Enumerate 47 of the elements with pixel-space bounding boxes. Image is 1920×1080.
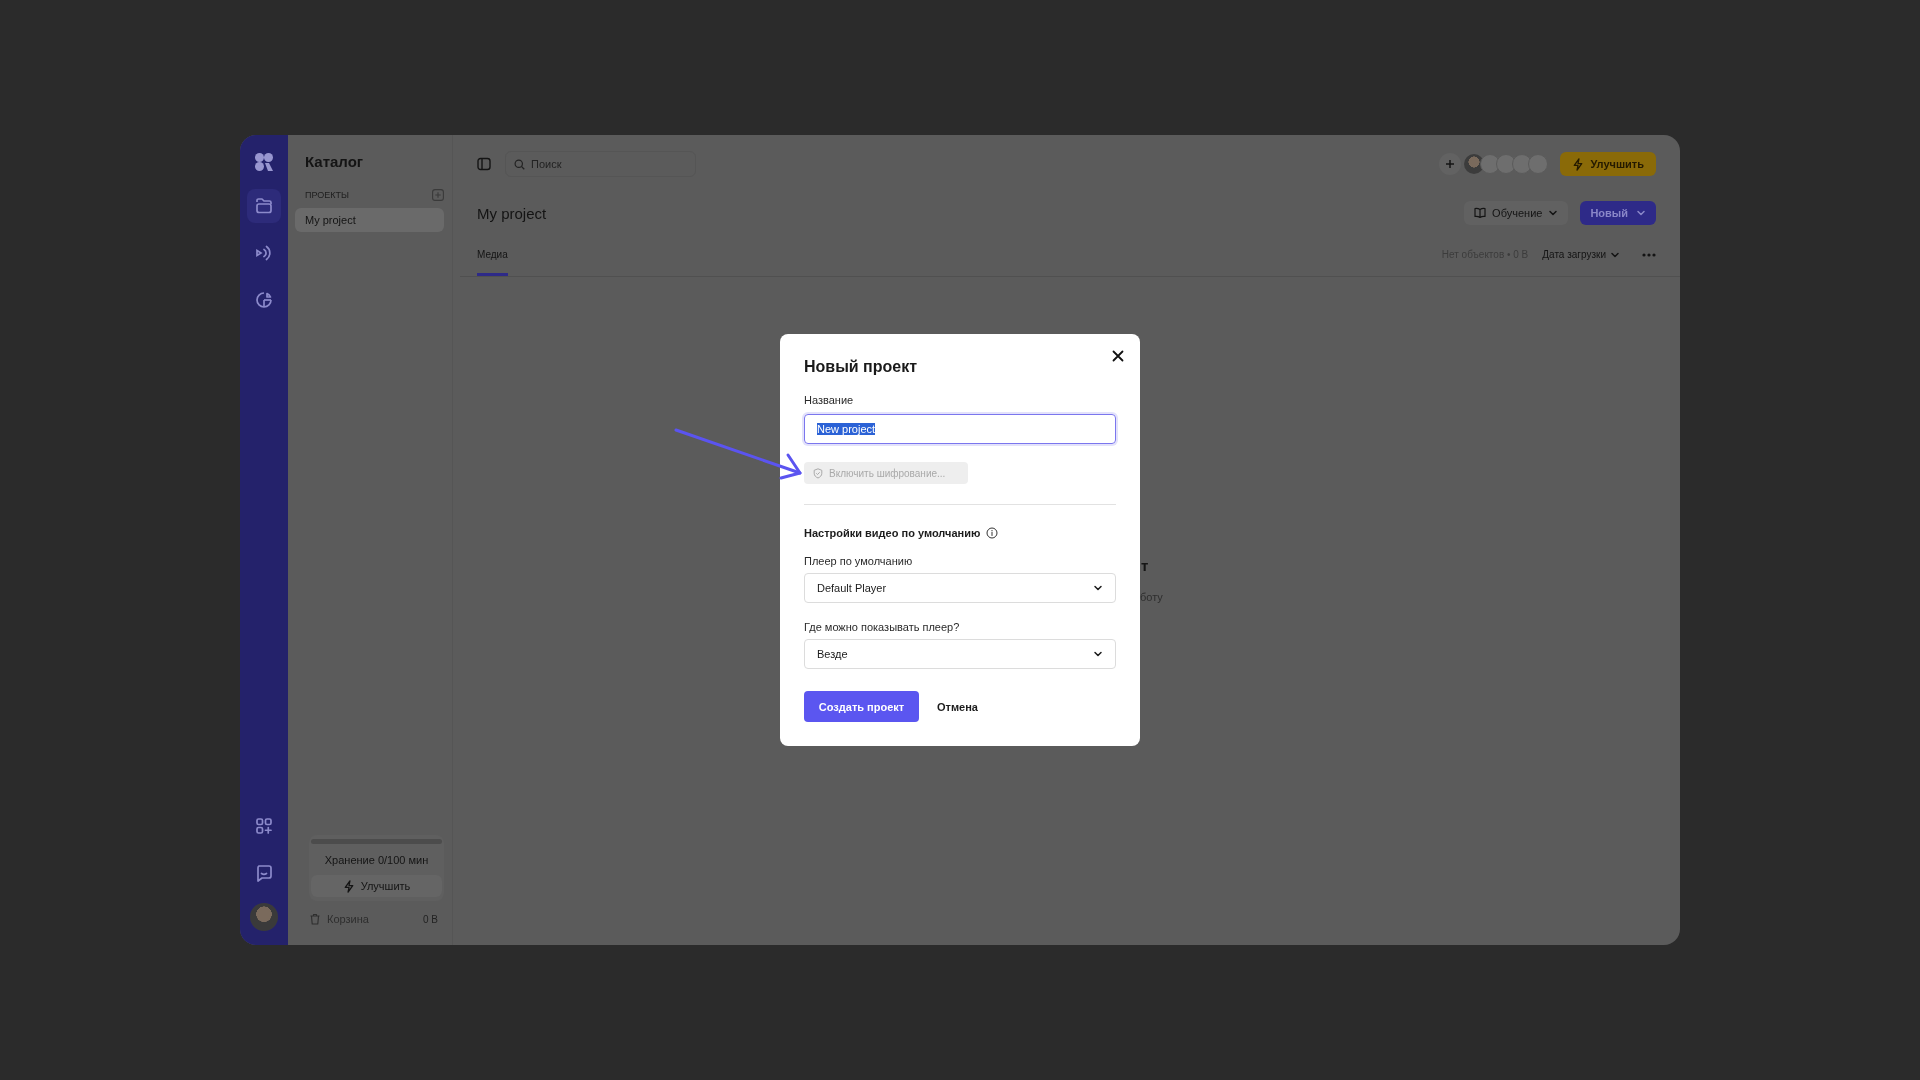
info-icon[interactable]	[986, 527, 999, 539]
trash-icon	[309, 913, 321, 925]
shield-check-icon	[813, 467, 823, 479]
field-label: Где можно показывать плеер?	[804, 620, 961, 635]
select-field[interactable]: Везде	[804, 639, 1116, 669]
cancel-button[interactable]: Отмена	[937, 700, 978, 713]
book-icon	[1474, 207, 1487, 219]
section-label: ПРОЕКТЫ	[305, 189, 349, 202]
lightning-icon	[1572, 157, 1585, 171]
empty-state-title: т	[1141, 557, 1149, 574]
project-title: My project	[477, 204, 547, 222]
storage-label: Хранение 0/100 мин	[323, 853, 430, 867]
chevron-down-icon	[1093, 583, 1103, 593]
field-label: Название	[804, 393, 855, 408]
rail-nav-button[interactable]	[247, 189, 281, 223]
close-icon	[1112, 350, 1124, 362]
dialog-title: Новый проект	[804, 357, 919, 377]
apps-icon	[254, 816, 274, 836]
sort-dropdown[interactable]: Дата загрузки	[1542, 249, 1620, 260]
chevron-down-icon	[1548, 208, 1559, 218]
chat-icon	[254, 863, 274, 883]
upgrade-button[interactable]: Улучшить	[1560, 152, 1656, 176]
upgrade-button[interactable]: Улучшить	[311, 875, 442, 897]
learn-button[interactable]: Обучение	[1464, 201, 1569, 225]
name-input[interactable]: New project	[804, 414, 1116, 444]
sidebar-toggle-icon[interactable]	[477, 157, 491, 171]
broadcast-icon	[254, 243, 274, 263]
sidebar-title: Каталог	[304, 152, 365, 172]
user-avatar[interactable]	[250, 903, 278, 931]
section-title: Настройки видео по умолчанию	[804, 526, 981, 541]
create-project-button[interactable]: Создать проект	[804, 691, 919, 722]
field-label: Плеер по умолчанию	[804, 554, 914, 569]
pie-chart-icon	[254, 290, 274, 310]
folder-icon	[254, 196, 274, 216]
search-icon	[514, 158, 525, 170]
new-button[interactable]: Новый	[1580, 201, 1656, 225]
select-field[interactable]: Default Player	[804, 573, 1116, 603]
more-icon	[1642, 252, 1656, 257]
tab[interactable]: Медиа	[477, 233, 508, 276]
plus-icon	[1445, 159, 1456, 169]
add-member-button[interactable]	[1439, 153, 1462, 175]
project-item[interactable]: My project	[295, 208, 444, 232]
lightning-icon	[342, 879, 355, 893]
logo-icon[interactable]	[254, 152, 274, 172]
chevron-down-icon	[1636, 208, 1646, 218]
chevron-down-icon	[1093, 649, 1103, 659]
search-field[interactable]: Поиск	[505, 151, 696, 177]
